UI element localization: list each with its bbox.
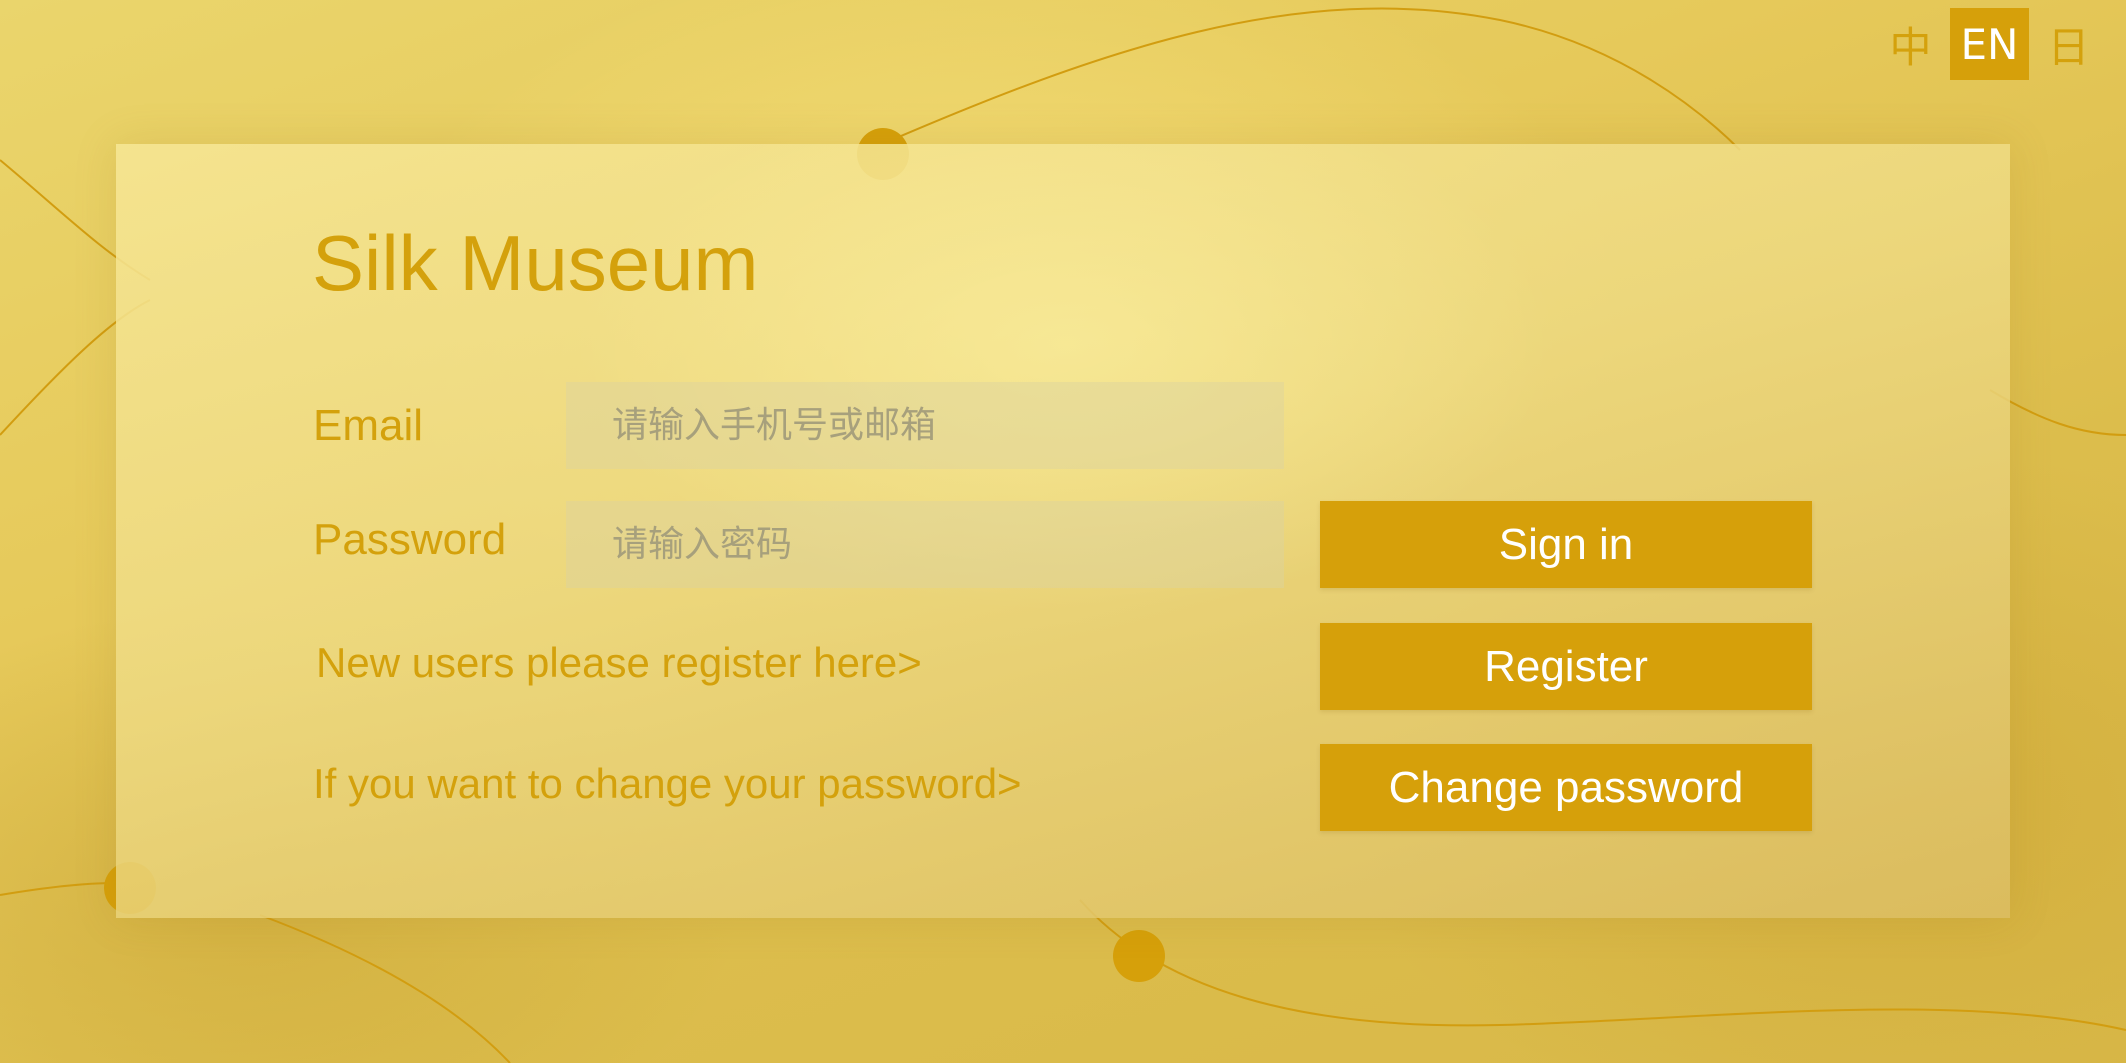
password-field[interactable] — [566, 501, 1284, 588]
email-label: Email — [313, 401, 424, 450]
register-button[interactable]: Register — [1320, 623, 1812, 710]
lang-option-japanese[interactable]: 日 — [2029, 8, 2108, 80]
change-password-button[interactable]: Change password — [1320, 744, 1812, 831]
sign-in-button[interactable]: Sign in — [1320, 501, 1812, 588]
page-title: Silk Museum — [312, 219, 759, 307]
change-password-link[interactable]: If you want to change your password> — [313, 759, 1022, 809]
email-field[interactable] — [566, 382, 1284, 469]
lang-option-english[interactable]: EN — [1950, 8, 2029, 80]
lang-option-chinese[interactable]: 中 — [1871, 8, 1950, 80]
register-link[interactable]: New users please register here> — [316, 638, 922, 688]
language-switcher: 中 EN 日 — [1871, 8, 2108, 80]
password-label: Password — [313, 515, 507, 564]
